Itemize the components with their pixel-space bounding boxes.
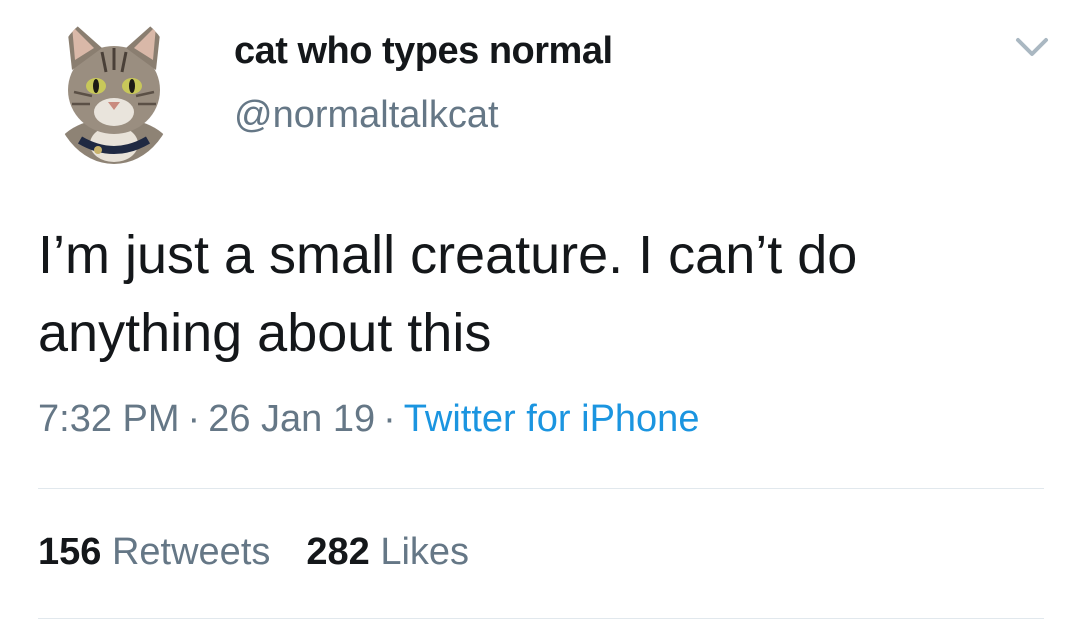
tweet-stats: 156 Retweets 282 Likes: [38, 531, 469, 574]
separator-dot: ·: [187, 398, 201, 440]
tweet-text-line-2: anything about this: [38, 303, 492, 363]
chevron-down-icon[interactable]: [1012, 30, 1052, 64]
tweet-text: I’m just a small creature. I can’t do an…: [38, 216, 1048, 372]
divider: [38, 488, 1044, 489]
retweets-label: Retweets: [111, 531, 271, 573]
separator-dot: ·: [383, 398, 396, 440]
retweets-stat[interactable]: 156 Retweets: [38, 531, 270, 573]
tweet-date[interactable]: 26 Jan 19: [208, 398, 375, 440]
cat-avatar[interactable]: [52, 12, 176, 164]
tweet-text-line-1: I’m just a small creature. I can’t do: [38, 225, 858, 285]
likes-stat[interactable]: 282 Likes: [306, 531, 469, 573]
retweets-count: 156: [38, 531, 102, 573]
tweet-source-link[interactable]: Twitter for iPhone: [404, 398, 700, 440]
likes-count: 282: [306, 531, 370, 573]
cat-avatar-image: [56, 16, 172, 164]
author-display-name[interactable]: cat who types normal: [234, 30, 613, 73]
author-handle[interactable]: @normaltalkcat: [234, 94, 499, 137]
likes-label: Likes: [380, 531, 470, 573]
tweet-time[interactable]: 7:32 PM: [38, 398, 180, 440]
divider: [38, 618, 1044, 619]
tweet-metadata: 7:32 PM · 26 Jan 19 · Twitter for iPhone: [38, 398, 699, 441]
